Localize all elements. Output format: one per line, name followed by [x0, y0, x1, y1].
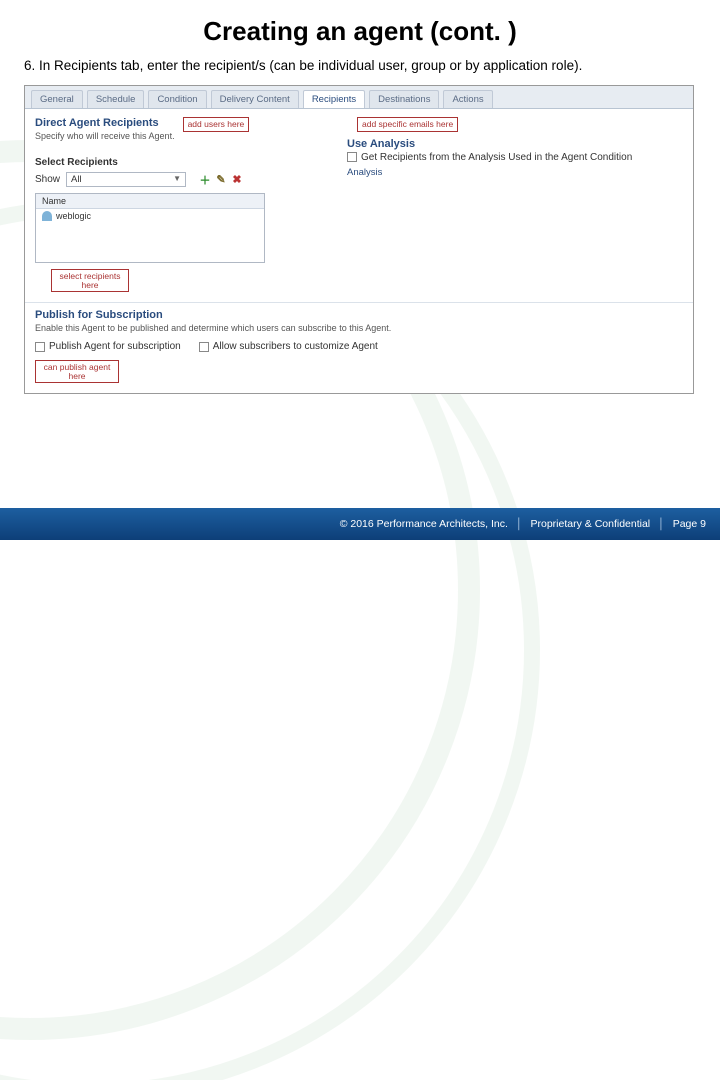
recipients-list[interactable]: Name weblogic [35, 193, 265, 263]
recipients-subtext: Specify who will receive this Agent. [35, 131, 175, 141]
use-analysis-heading: Use Analysis [347, 138, 683, 150]
tab-actions[interactable]: Actions [443, 90, 492, 108]
list-item[interactable]: weblogic [36, 209, 264, 223]
tab-recipients[interactable]: Recipients [303, 90, 365, 108]
show-dropdown[interactable]: All ▼ [66, 172, 186, 187]
select-recipients-label: Select Recipients [35, 157, 335, 168]
tab-delivery-content[interactable]: Delivery Content [211, 90, 299, 108]
show-value: All [71, 174, 82, 185]
analysis-checkbox[interactable] [347, 152, 357, 162]
tab-schedule[interactable]: Schedule [87, 90, 145, 108]
delete-icon[interactable]: ✖ [230, 173, 244, 187]
chevron-down-icon: ▼ [173, 174, 181, 185]
tab-destinations[interactable]: Destinations [369, 90, 439, 108]
publish-subtext: Enable this Agent to be published and de… [35, 323, 683, 333]
footer-bar: © 2016 Performance Architects, Inc. │ Pr… [0, 508, 720, 540]
analysis-checkbox-label: Get Recipients from the Analysis Used in… [361, 152, 632, 163]
footer-page: Page 9 [673, 518, 706, 530]
publish-checkbox[interactable] [35, 342, 45, 352]
recipients-heading: Direct Agent Recipients [35, 117, 175, 129]
tab-condition[interactable]: Condition [148, 90, 206, 108]
callout-add-emails: add specific emails here [357, 117, 458, 132]
footer-confidential: Proprietary & Confidential [531, 518, 651, 530]
list-item-label: weblogic [56, 211, 91, 221]
publish-checkbox-label: Publish Agent for subscription [49, 341, 181, 352]
callout-select-recipients: select recipients here [51, 269, 129, 292]
publish-heading: Publish for Subscription [35, 309, 683, 321]
tab-bar: General Schedule Condition Delivery Cont… [25, 86, 693, 109]
add-icon[interactable]: ＋ [198, 173, 212, 187]
list-header-name: Name [36, 194, 264, 209]
callout-publish-agent: can publish agent here [35, 360, 119, 383]
instruction-text: 6. In Recipients tab, enter the recipien… [0, 57, 720, 85]
embedded-screenshot: General Schedule Condition Delivery Cont… [24, 85, 694, 394]
tab-general[interactable]: General [31, 90, 83, 108]
customize-checkbox-label: Allow subscribers to customize Agent [213, 341, 378, 352]
analysis-link[interactable]: Analysis [347, 167, 683, 178]
footer-separator: │ [516, 518, 523, 530]
publish-checkbox-row[interactable]: Publish Agent for subscription [35, 341, 181, 352]
footer-copyright: © 2016 Performance Architects, Inc. [340, 518, 508, 530]
customize-checkbox-row[interactable]: Allow subscribers to customize Agent [199, 341, 378, 352]
show-label: Show [35, 174, 60, 185]
edit-icon[interactable]: ✎ [214, 173, 228, 187]
footer-separator: │ [658, 518, 665, 530]
page-title: Creating an agent (cont. ) [0, 0, 720, 57]
user-icon [42, 211, 52, 221]
callout-add-users: add users here [183, 117, 250, 132]
customize-checkbox[interactable] [199, 342, 209, 352]
